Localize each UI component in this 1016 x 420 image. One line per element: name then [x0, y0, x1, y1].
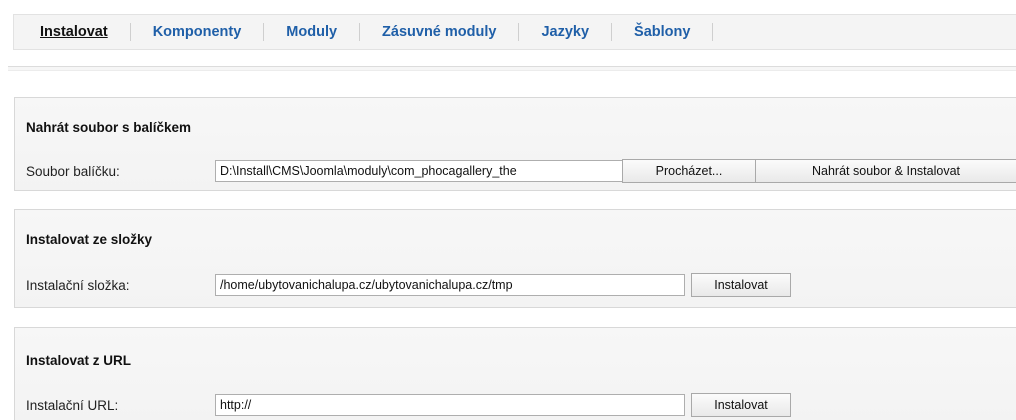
tab-plugins[interactable]: Zásuvné moduly: [360, 23, 520, 41]
upload-package-title: Nahrát soubor s balíčkem: [26, 120, 192, 135]
package-file-label: Soubor balíčku:: [26, 164, 120, 179]
install-url-label: Instalační URL:: [26, 398, 119, 413]
tab-install-label: Instalovat: [40, 24, 108, 40]
install-folder-button[interactable]: Instalovat: [691, 273, 791, 297]
upload-package-section: Nahrát soubor s balíčkem Soubor balíčku:…: [14, 97, 1016, 191]
submenu-tabs: Instalovat Komponenty Moduly Zásuvné mod…: [13, 14, 1016, 50]
tab-templates[interactable]: Šablony: [612, 23, 714, 41]
tab-install[interactable]: Instalovat: [14, 23, 131, 41]
install-folder-label: Instalační složka:: [26, 278, 130, 293]
install-folder-input[interactable]: /home/ubytovanichalupa.cz/ubytovanichalu…: [215, 274, 685, 296]
install-url-button[interactable]: Instalovat: [691, 393, 791, 417]
package-file-input[interactable]: D:\Install\CMS\Joomla\moduly\com_phocaga…: [215, 160, 623, 182]
tab-languages[interactable]: Jazyky: [519, 23, 613, 41]
install-url-section: Instalovat z URL Instalační URL: http://…: [14, 327, 1016, 420]
install-folder-section: Instalovat ze složky Instalační složka: …: [14, 209, 1016, 308]
install-folder-title: Instalovat ze složky: [26, 232, 153, 247]
install-url-title: Instalovat z URL: [26, 353, 132, 368]
upload-install-button[interactable]: Nahrát soubor & Instalovat: [755, 159, 1016, 183]
tab-modules[interactable]: Moduly: [264, 23, 361, 41]
browse-button[interactable]: Procházet...: [622, 159, 756, 183]
divider: [8, 66, 1016, 71]
install-url-input[interactable]: http://: [215, 394, 685, 416]
tab-components[interactable]: Komponenty: [131, 23, 265, 41]
